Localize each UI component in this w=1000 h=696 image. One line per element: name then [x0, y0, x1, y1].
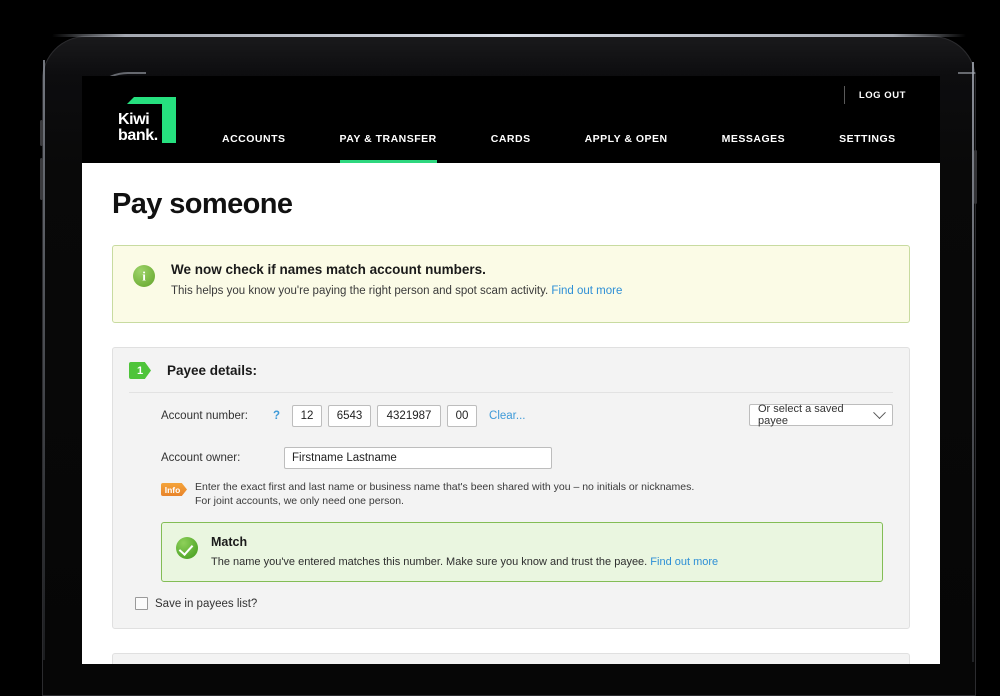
save-payee-row[interactable]: Save in payees list?	[129, 597, 893, 610]
info-circle-icon	[133, 265, 155, 287]
save-in-payees-label[interactable]: Save in payees list?	[155, 598, 257, 610]
nav-item-messages[interactable]: MESSAGES	[722, 133, 786, 163]
nav-item-apply-and-open[interactable]: APPLY & OPEN	[585, 133, 668, 163]
match-title: Match	[211, 535, 248, 549]
account-number-label: Account number:	[161, 410, 248, 422]
alert-body: This helps you know you're paying the ri…	[171, 285, 622, 297]
account-owner-row: Account owner:	[161, 447, 893, 469]
name-match-result-box: Match The name you've entered matches th…	[161, 522, 883, 582]
logo-line-1: Kiwi	[118, 110, 150, 128]
device-power-button[interactable]	[974, 150, 977, 204]
step-badge-1: 1	[129, 362, 151, 379]
info-note-line-2: For joint accounts, we only need one per…	[195, 494, 404, 507]
match-text-block: Match The name you've entered matches th…	[211, 535, 718, 568]
clear-account-number-link[interactable]: Clear...	[489, 410, 525, 422]
account-owner-label: Account owner:	[161, 452, 241, 464]
device-volume-up-button[interactable]	[40, 120, 43, 146]
save-in-payees-checkbox[interactable]	[135, 597, 148, 610]
nav-item-cards[interactable]: CARDS	[491, 133, 531, 163]
check-circle-icon	[176, 537, 198, 559]
nav-item-pay-and-transfer[interactable]: PAY & TRANSFER	[339, 133, 438, 163]
nav-item-accounts[interactable]: ACCOUNTS	[222, 133, 286, 163]
info-note-text: Enter the exact first and last name or b…	[195, 481, 694, 508]
nav-item-settings[interactable]: SETTINGS	[839, 133, 896, 163]
device-edge-highlight-left	[43, 60, 45, 660]
info-note-line-1: Enter the exact first and last name or b…	[195, 481, 695, 493]
device-edge-highlight-top	[52, 34, 966, 37]
alert-title: We now check if names match account numb…	[171, 262, 486, 277]
account-number-row: Account number: ? Clear... Or select a s…	[161, 403, 893, 427]
alert-text-block: We now check if names match account numb…	[171, 262, 622, 297]
account-owner-info-note: Info Enter the exact first and last name…	[161, 481, 893, 508]
match-body: The name you've entered matches this num…	[211, 556, 718, 568]
payee-details-header: 1 Payee details:	[129, 362, 893, 392]
name-check-alert-banner: We now check if names match account numb…	[112, 245, 910, 323]
tablet-screen: Kiwi bank. LOG OUT ACCOUNTS PAY & TRANSF…	[82, 76, 940, 664]
info-badge-icon: Info	[161, 483, 187, 496]
account-number-bank-input[interactable]	[292, 405, 323, 427]
payee-details-title: Payee details:	[167, 363, 258, 378]
device-volume-down-button[interactable]	[40, 158, 43, 200]
logout-container: LOG OUT	[843, 86, 906, 104]
payee-details-section: 1 Payee details: Account number: ? Clear…	[112, 347, 910, 629]
saved-payee-dropdown[interactable]: Or select a saved payee	[749, 403, 893, 427]
account-number-suffix-input[interactable]	[447, 405, 478, 427]
main-navigation: ACCOUNTS PAY & TRANSFER CARDS APPLY & OP…	[82, 133, 940, 163]
page-content: Pay someone We now check if names match …	[82, 163, 940, 664]
chevron-down-icon	[873, 405, 886, 419]
match-find-out-more-link[interactable]: Find out more	[650, 556, 718, 568]
account-number-help-icon[interactable]: ?	[273, 410, 280, 422]
saved-payee-dropdown-label: Or select a saved payee	[758, 403, 844, 427]
account-number-account-input[interactable]	[377, 405, 442, 427]
account-owner-input[interactable]	[284, 447, 552, 469]
account-number-branch-input[interactable]	[328, 405, 372, 427]
payment-details-section: 2 Payment details: Pay from account: Ple…	[112, 653, 910, 664]
site-header: Kiwi bank. LOG OUT ACCOUNTS PAY & TRANSF…	[82, 76, 940, 163]
payee-details-body: Account number: ? Clear... Or select a s…	[129, 392, 893, 610]
alert-body-text: This helps you know you're paying the ri…	[171, 285, 549, 297]
match-body-text: The name you've entered matches this num…	[211, 556, 648, 568]
logout-button[interactable]: LOG OUT	[859, 90, 906, 101]
alert-find-out-more-link[interactable]: Find out more	[551, 285, 622, 297]
page-title: Pay someone	[112, 188, 293, 220]
